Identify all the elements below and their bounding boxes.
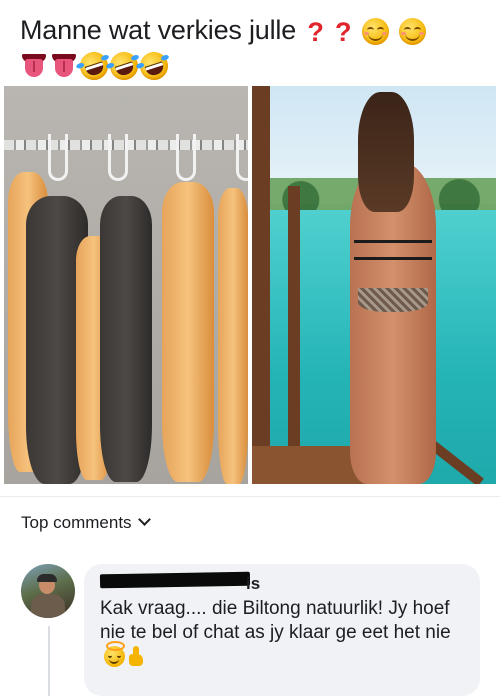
- biltong-strip: [162, 182, 214, 482]
- post-images[interactable]: [4, 86, 496, 484]
- post-text: Manne wat verkies julle ? ?: [20, 14, 490, 84]
- beach-image[interactable]: [252, 86, 496, 484]
- red-question-mark-icon: ?: [334, 16, 352, 47]
- smiling-face-icon: [398, 18, 426, 46]
- hook: [108, 134, 128, 181]
- rolling-laughing-face-icon: [135, 48, 172, 84]
- tongue-face-icon: [20, 53, 48, 78]
- hook: [176, 134, 196, 181]
- top-comments-label: Top comments: [21, 513, 132, 532]
- comment-text: Kak vraag.... die Biltong natuurlik! Jy …: [100, 597, 470, 669]
- tongue-face-icon: [50, 53, 78, 78]
- pier-post: [252, 86, 270, 484]
- hook: [48, 134, 68, 181]
- divider: [0, 496, 500, 497]
- biltong-image[interactable]: [4, 86, 248, 484]
- pier-post: [288, 186, 300, 484]
- top-comments-dropdown[interactable]: Top comments: [21, 513, 151, 533]
- thumbs-up-icon: [127, 646, 145, 667]
- hook: [236, 134, 248, 181]
- chevron-down-icon: [137, 513, 151, 526]
- smiling-face-icon: [361, 18, 389, 46]
- biltong-strip: [218, 188, 248, 484]
- halo-face-icon: [104, 641, 125, 668]
- reply-thread-line: [48, 626, 50, 696]
- woman-figure: [340, 92, 452, 484]
- biltong-strip: [100, 196, 152, 482]
- author-name-suffix[interactable]: is: [246, 575, 260, 592]
- redacted-author-name[interactable]: [99, 571, 251, 589]
- comment-body: Kak vraag.... die Biltong natuurlik! Jy …: [100, 598, 451, 643]
- avatar[interactable]: [21, 564, 75, 618]
- red-question-mark-icon: ?: [307, 16, 324, 47]
- post-caption: Manne wat verkies julle: [20, 15, 297, 45]
